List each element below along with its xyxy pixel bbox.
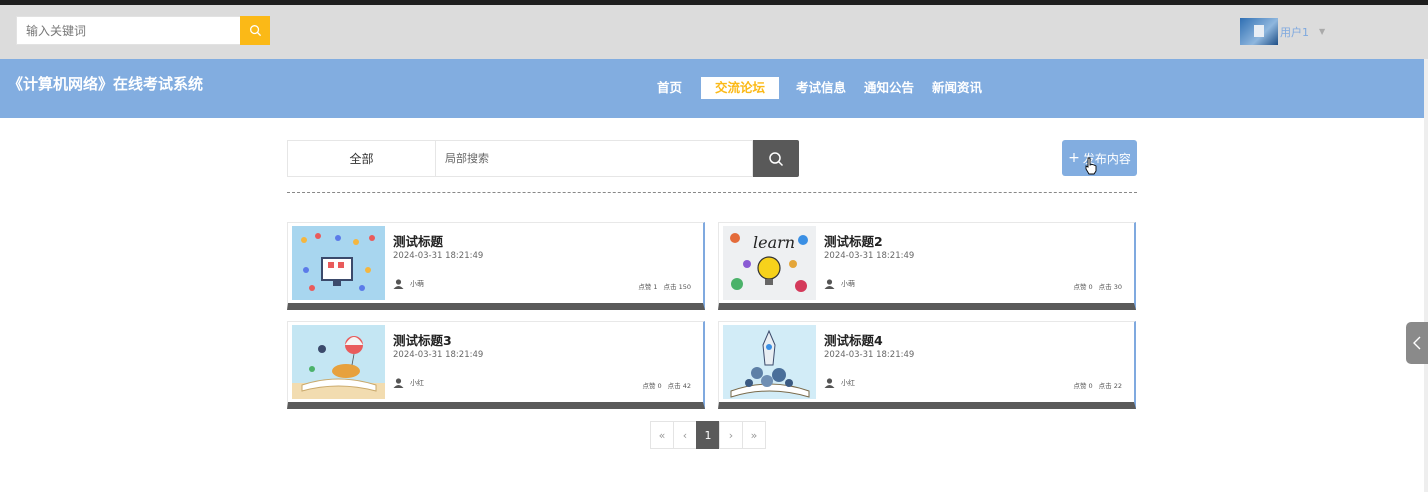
nav-home[interactable]: 首页 [648, 77, 691, 99]
post-thumbnail: learn [723, 226, 816, 300]
search-icon [249, 25, 261, 37]
publish-button[interactable]: + 发布内容 [1062, 140, 1137, 176]
author-name: 小萌 [841, 280, 855, 288]
post-title[interactable]: 测试标题2 [824, 231, 883, 250]
top-bar: 用户1 ▼ [0, 5, 1428, 59]
like-count: 点赞 0 [642, 382, 662, 390]
post-date: 2024-03-31 18:21:49 [824, 251, 915, 261]
post-title[interactable]: 测试标题4 [824, 330, 883, 349]
svg-text:learn: learn [753, 233, 795, 252]
user-icon [824, 279, 835, 289]
page-current[interactable]: 1 [696, 421, 720, 449]
nav-news[interactable]: 新闻资讯 [923, 77, 991, 99]
click-count: 点击 30 [1098, 283, 1122, 291]
local-search-input[interactable] [435, 140, 753, 177]
search-icon [769, 151, 784, 166]
post-stats: 点赞 0 点击 42 [642, 380, 691, 390]
post-thumbnail [292, 226, 385, 300]
scrollbar[interactable] [1424, 59, 1428, 492]
page-first[interactable]: « [650, 421, 674, 449]
chevron-left-icon [1413, 336, 1421, 350]
chevron-down-icon: ▼ [1319, 27, 1326, 36]
top-search [16, 16, 270, 45]
like-count: 点赞 0 [1073, 283, 1093, 291]
main-nav: 首页 交流论坛 考试信息 通知公告 新闻资讯 [648, 77, 991, 101]
user-icon [393, 279, 404, 289]
post-card[interactable]: 测试标题4 2024-03-31 18:21:49 小红 点赞 0 点击 22 [718, 321, 1136, 409]
nav-exam-info[interactable]: 考试信息 [787, 77, 855, 99]
local-search-button[interactable] [753, 140, 799, 177]
page-prev[interactable]: ‹ [673, 421, 697, 449]
post-date: 2024-03-31 18:21:49 [824, 350, 915, 360]
post-title[interactable]: 测试标题 [393, 231, 443, 250]
post-author: 小萌 [393, 279, 424, 289]
click-count: 点击 150 [663, 283, 691, 291]
username: 用户1 [1280, 25, 1309, 39]
post-date: 2024-03-31 18:21:49 [393, 350, 484, 360]
like-count: 点赞 1 [638, 283, 658, 291]
post-title[interactable]: 测试标题3 [393, 330, 452, 349]
category-select[interactable]: 全部 [287, 140, 435, 177]
site-title: 《计算机网络》在线考试系统 [8, 75, 204, 93]
page-next[interactable]: › [719, 421, 743, 449]
section-divider [287, 192, 1137, 193]
post-date: 2024-03-31 18:21:49 [393, 251, 484, 261]
avatar [1240, 18, 1278, 45]
author-name: 小红 [841, 379, 855, 387]
nav-forum[interactable]: 交流论坛 [701, 77, 780, 99]
post-thumbnail [723, 325, 816, 399]
nav-notices[interactable]: 通知公告 [855, 77, 923, 99]
post-stats: 点赞 0 点击 22 [1073, 380, 1122, 390]
post-card[interactable]: 测试标题 2024-03-31 18:21:49 小萌 点赞 1 点击 150 [287, 222, 705, 310]
click-count: 点击 42 [667, 382, 691, 390]
pagination: « ‹ 1 › » [650, 421, 766, 449]
click-count: 点击 22 [1098, 382, 1122, 390]
keyword-search-button[interactable] [240, 16, 270, 45]
forum-filter: 全部 [287, 140, 799, 177]
author-name: 小红 [410, 379, 424, 387]
post-author: 小萌 [824, 279, 855, 289]
page-last[interactable]: » [742, 421, 766, 449]
post-card[interactable]: learn 测试标题2 2024-03-31 18:21:49 小萌 点赞 0 … [718, 222, 1136, 310]
post-thumbnail [292, 325, 385, 399]
user-icon [824, 378, 835, 388]
side-panel-toggle[interactable] [1406, 322, 1428, 364]
keyword-search-input[interactable] [16, 16, 240, 45]
post-stats: 点赞 0 点击 30 [1073, 281, 1122, 291]
main-header: 《计算机网络》在线考试系统 首页 交流论坛 考试信息 通知公告 新闻资讯 [0, 59, 1424, 118]
post-stats: 点赞 1 点击 150 [638, 281, 691, 291]
hand-cursor-icon [1085, 157, 1097, 175]
user-icon [393, 378, 404, 388]
user-menu[interactable]: 用户1 ▼ [1240, 18, 1325, 45]
post-card[interactable]: 测试标题3 2024-03-31 18:21:49 小红 点赞 0 点击 42 [287, 321, 705, 409]
author-name: 小萌 [410, 280, 424, 288]
plus-icon: + [1068, 150, 1080, 166]
like-count: 点赞 0 [1073, 382, 1093, 390]
post-author: 小红 [393, 378, 424, 388]
post-author: 小红 [824, 378, 855, 388]
